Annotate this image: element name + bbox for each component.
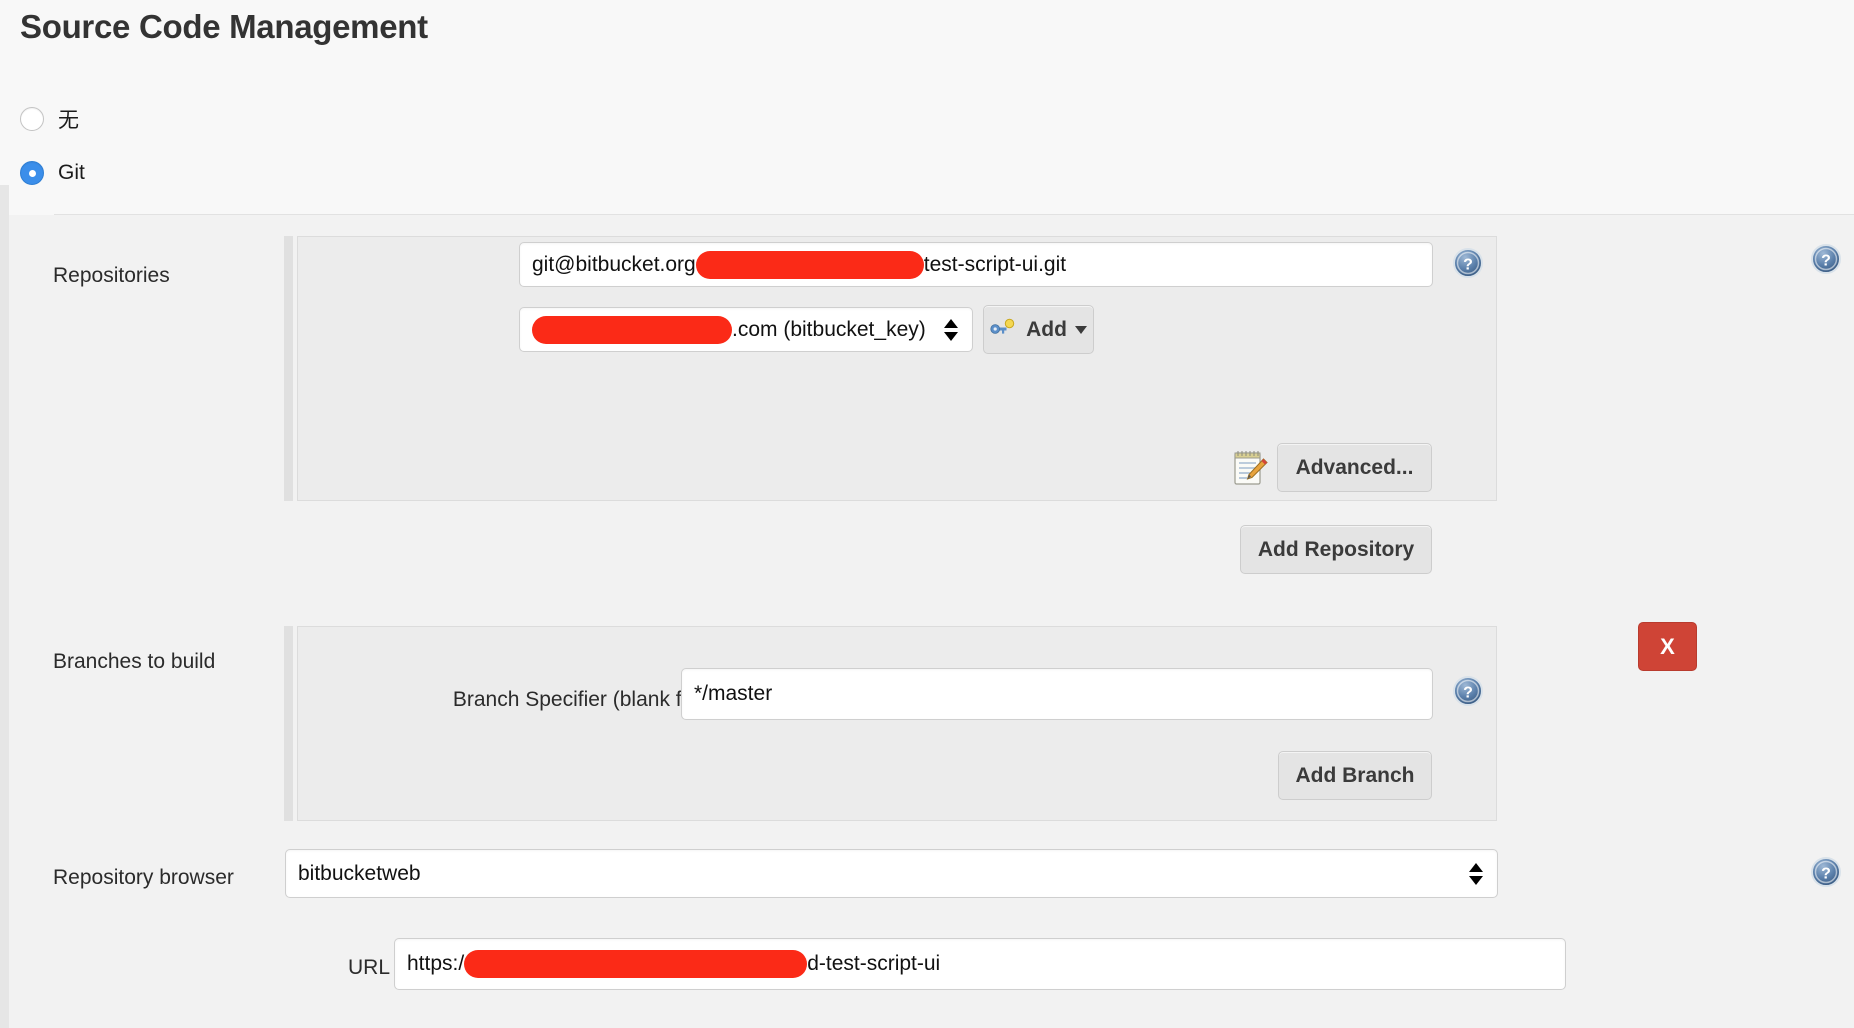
notepad-pencil-icon <box>1230 447 1270 489</box>
repository-url-help-icon[interactable]: ? <box>1452 247 1484 279</box>
credentials-redaction <box>532 316 732 344</box>
branch-specifier-label: Branch Specifier (blank for 'any') <box>155 688 755 712</box>
scm-config-page: Source Code Management 无 Git Repositorie… <box>0 0 1854 1028</box>
repository-url-suffix: test-script-ui.git <box>924 253 1066 277</box>
git-tab-notch <box>9 186 54 215</box>
repository-url-prefix: git@bitbucket.org <box>532 253 696 277</box>
radio-git-label: Git <box>58 161 85 185</box>
advanced-button-label: Advanced... <box>1296 456 1414 480</box>
branches-section-label: Branches to build <box>53 650 215 674</box>
repository-url-redaction <box>696 251 924 279</box>
svg-text:?: ? <box>1463 685 1473 702</box>
repositories-section-help-icon[interactable]: ? <box>1810 243 1842 275</box>
repository-browser-label: Repository browser <box>53 866 234 890</box>
repository-browser-select-arrows[interactable] <box>1469 863 1483 885</box>
radio-git[interactable] <box>20 161 44 185</box>
add-branch-label: Add Branch <box>1295 764 1414 788</box>
chevron-up-icon <box>1469 863 1483 872</box>
add-repository-button[interactable]: Add Repository <box>1240 525 1432 574</box>
scm-option-none[interactable]: 无 <box>20 104 79 134</box>
browser-url-input[interactable]: https:/ d-test-script-ui <box>394 938 1566 990</box>
add-repository-label: Add Repository <box>1258 538 1414 562</box>
browser-url-suffix: d-test-script-ui <box>807 952 940 976</box>
add-credentials-button[interactable]: Add <box>983 305 1094 354</box>
left-edge-strip <box>0 185 9 1028</box>
credentials-select[interactable]: .com (bitbucket_key) <box>519 307 973 352</box>
credentials-value-suffix: .com (bitbucket_key) <box>732 318 926 342</box>
delete-branch-button[interactable]: X <box>1638 622 1697 671</box>
chevron-down-icon <box>944 332 958 341</box>
add-credentials-label: Add <box>1026 318 1067 342</box>
repository-browser-help-icon[interactable]: ? <box>1810 856 1842 888</box>
branch-specifier-value: */master <box>694 682 772 706</box>
credentials-select-arrows[interactable] <box>944 319 958 341</box>
caret-down-icon <box>1075 326 1087 334</box>
radio-none[interactable] <box>20 107 44 131</box>
svg-text:?: ? <box>1463 257 1473 274</box>
branches-drag-bar[interactable] <box>284 626 293 821</box>
add-branch-button[interactable]: Add Branch <box>1278 751 1432 800</box>
repository-browser-select[interactable]: bitbucketweb <box>285 849 1498 898</box>
chevron-down-icon <box>1469 876 1483 885</box>
scm-option-git[interactable]: Git <box>20 161 85 185</box>
repository-browser-value: bitbucketweb <box>298 862 421 886</box>
svg-text:?: ? <box>1821 866 1831 883</box>
repositories-section-label: Repositories <box>53 264 170 288</box>
delete-branch-label: X <box>1660 634 1675 660</box>
browser-url-prefix: https:/ <box>407 952 464 976</box>
branch-specifier-help-icon[interactable]: ? <box>1452 675 1484 707</box>
page-title: Source Code Management <box>20 8 428 46</box>
browser-url-redaction <box>464 950 807 978</box>
radio-none-label: 无 <box>58 104 79 134</box>
advanced-button[interactable]: Advanced... <box>1277 443 1432 492</box>
repository-url-input[interactable]: git@bitbucket.org test-script-ui.git <box>519 242 1433 287</box>
chevron-up-icon <box>944 319 958 328</box>
svg-text:?: ? <box>1821 253 1831 270</box>
key-icon <box>990 317 1016 343</box>
branch-specifier-input[interactable]: */master <box>681 668 1433 720</box>
browser-url-label: URL <box>230 956 390 980</box>
